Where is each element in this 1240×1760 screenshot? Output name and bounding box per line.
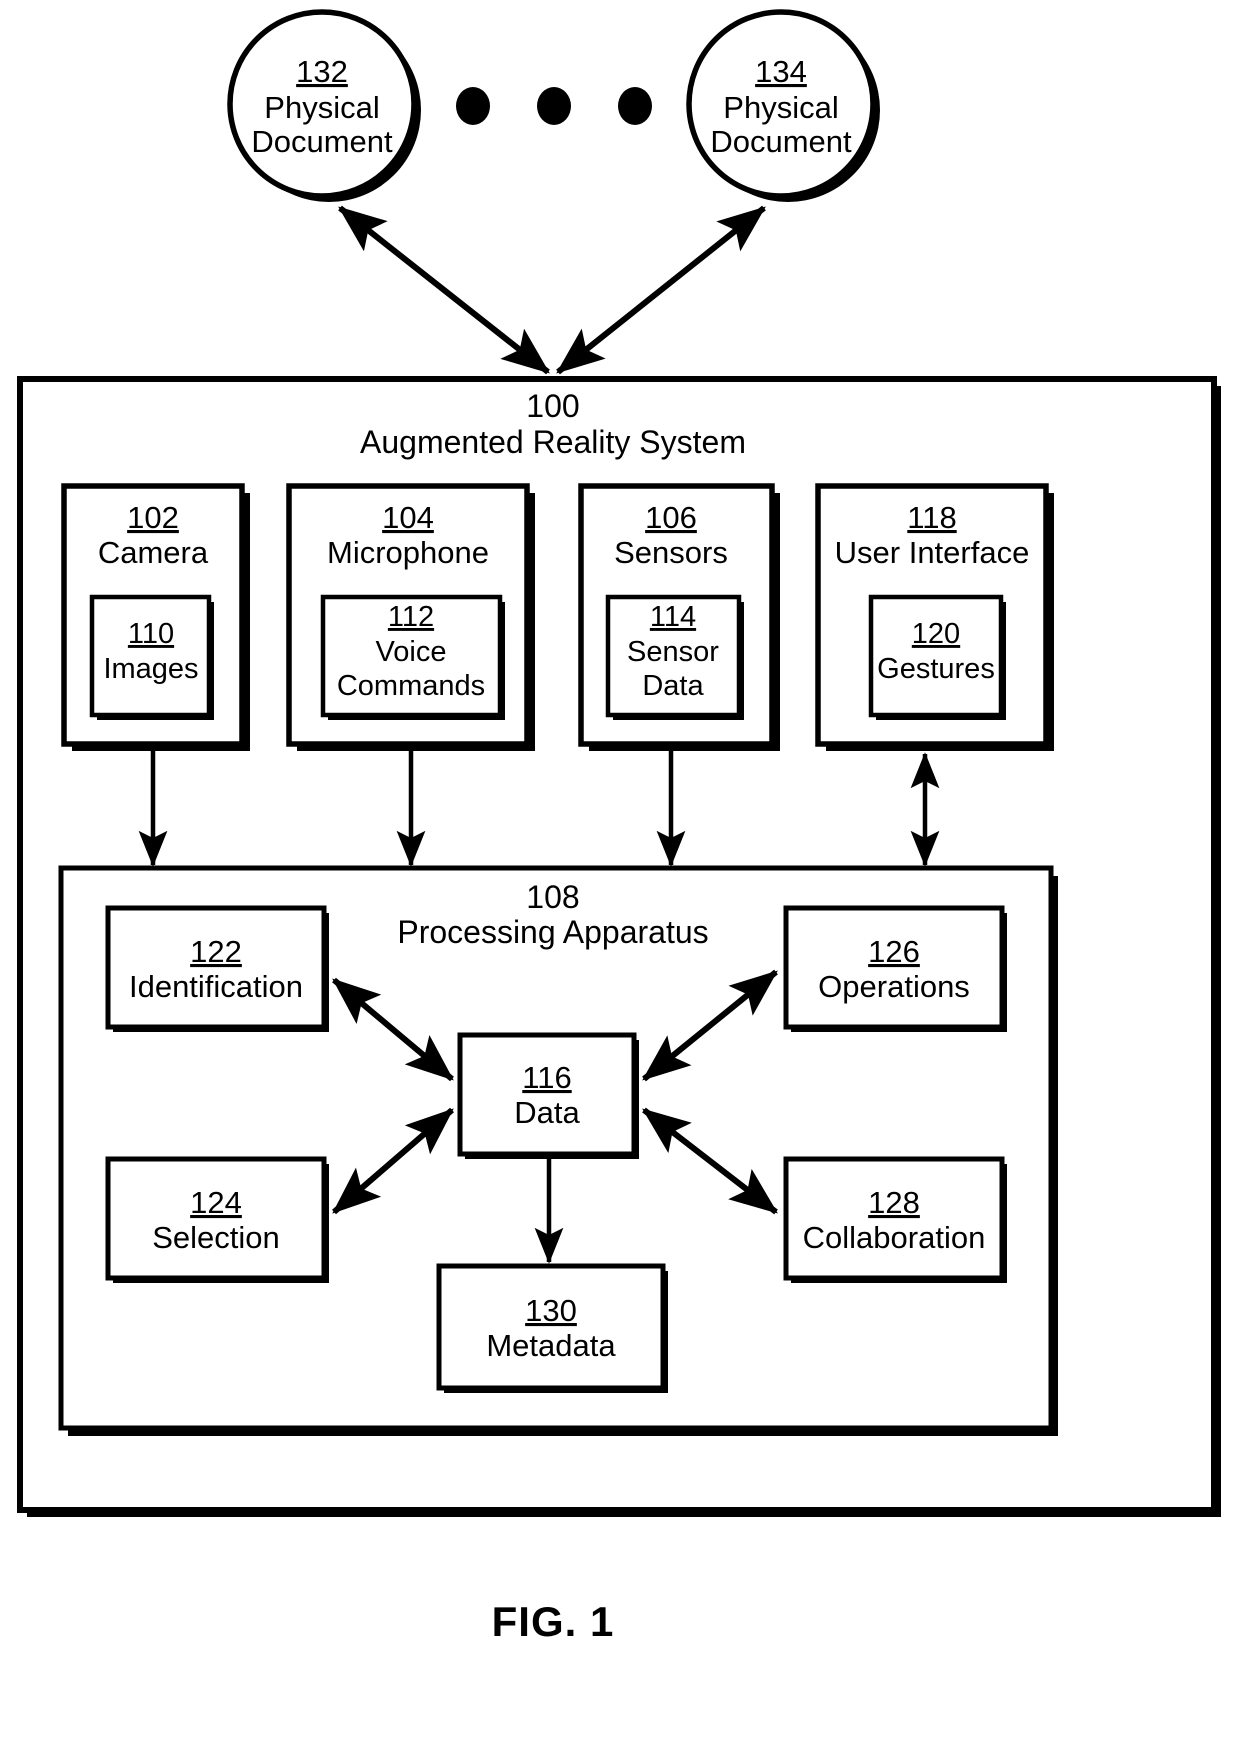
voice-commands-line2: Commands (337, 670, 485, 702)
voice-commands-line1: Voice (376, 636, 447, 668)
operations-label: Operations (818, 969, 970, 1004)
images-label: Images (103, 653, 198, 685)
gestures-ref: 120 (912, 618, 960, 650)
processing-apparatus-ref: 108 (526, 879, 579, 915)
identification-label: Identification (129, 969, 303, 1004)
figure-caption: FIG. 1 (492, 1598, 615, 1645)
physical-document-132: 132 Physical Document (227, 9, 421, 202)
microphone-label: Microphone (327, 535, 489, 570)
input-card-user-interface[interactable]: 118 User Interface 120 Gestures (815, 483, 1054, 751)
system-label: Augmented Reality System (360, 424, 746, 460)
physical-document-132-ref: 132 (296, 54, 348, 89)
user-interface-ref: 118 (907, 500, 956, 535)
user-interface-label: User Interface (835, 535, 1030, 570)
physical-document-134-line2: Document (710, 124, 852, 159)
sensors-ref: 106 (645, 500, 697, 535)
diagram-canvas: 132 Physical Document 134 Physical Docum… (17, 9, 1221, 1645)
collaboration-ref: 128 (868, 1185, 920, 1220)
input-card-camera[interactable]: 102 Camera 110 Images (61, 483, 250, 751)
patent-figure: 132 Physical Document 134 Physical Docum… (0, 0, 1240, 1760)
ellipsis-dot-3 (618, 87, 652, 125)
physical-document-134: 134 Physical Document (686, 9, 880, 202)
collaboration-label: Collaboration (803, 1220, 986, 1255)
voice-commands-ref: 112 (388, 601, 434, 633)
module-operations[interactable]: 126 Operations (783, 905, 1007, 1032)
system-ref: 100 (526, 388, 579, 424)
selection-ref: 124 (190, 1185, 242, 1220)
physical-document-132-line1: Physical (264, 90, 379, 125)
module-metadata[interactable]: 130 Metadata (436, 1263, 668, 1393)
images-ref: 110 (128, 618, 174, 650)
ellipsis-dot-1 (456, 87, 490, 125)
data-label: Data (514, 1095, 580, 1130)
sensor-data-line2: Data (642, 670, 704, 702)
physical-document-134-ref: 134 (755, 54, 807, 89)
identification-ref: 122 (190, 934, 242, 969)
arrow-system-to-document-134 (556, 205, 766, 375)
metadata-label: Metadata (486, 1328, 616, 1363)
input-card-sensors[interactable]: 106 Sensors 114 Sensor Data (578, 483, 780, 751)
module-data-center[interactable]: 116 Data (457, 1032, 639, 1159)
operations-ref: 126 (868, 934, 920, 969)
ellipsis-dots (456, 87, 652, 125)
processing-apparatus-label: Processing Apparatus (397, 914, 708, 950)
data-ref: 116 (522, 1060, 571, 1095)
module-identification[interactable]: 122 Identification (105, 905, 329, 1032)
input-card-microphone[interactable]: 104 Microphone 112 Voice Commands (286, 483, 535, 751)
ellipsis-dot-2 (537, 87, 571, 125)
microphone-ref: 104 (382, 500, 434, 535)
selection-label: Selection (152, 1220, 280, 1255)
camera-ref: 102 (127, 500, 179, 535)
sensors-label: Sensors (614, 535, 728, 570)
module-selection[interactable]: 124 Selection (105, 1156, 329, 1283)
gestures-label: Gestures (877, 653, 995, 685)
sensor-data-line1: Sensor (627, 636, 719, 668)
physical-document-134-line1: Physical (723, 90, 838, 125)
sensor-data-ref: 114 (650, 601, 696, 633)
physical-document-132-line2: Document (251, 124, 393, 159)
arrow-system-to-document-132 (338, 205, 550, 375)
module-collaboration[interactable]: 128 Collaboration (783, 1156, 1007, 1283)
camera-label: Camera (98, 535, 209, 570)
metadata-ref: 130 (525, 1293, 577, 1328)
